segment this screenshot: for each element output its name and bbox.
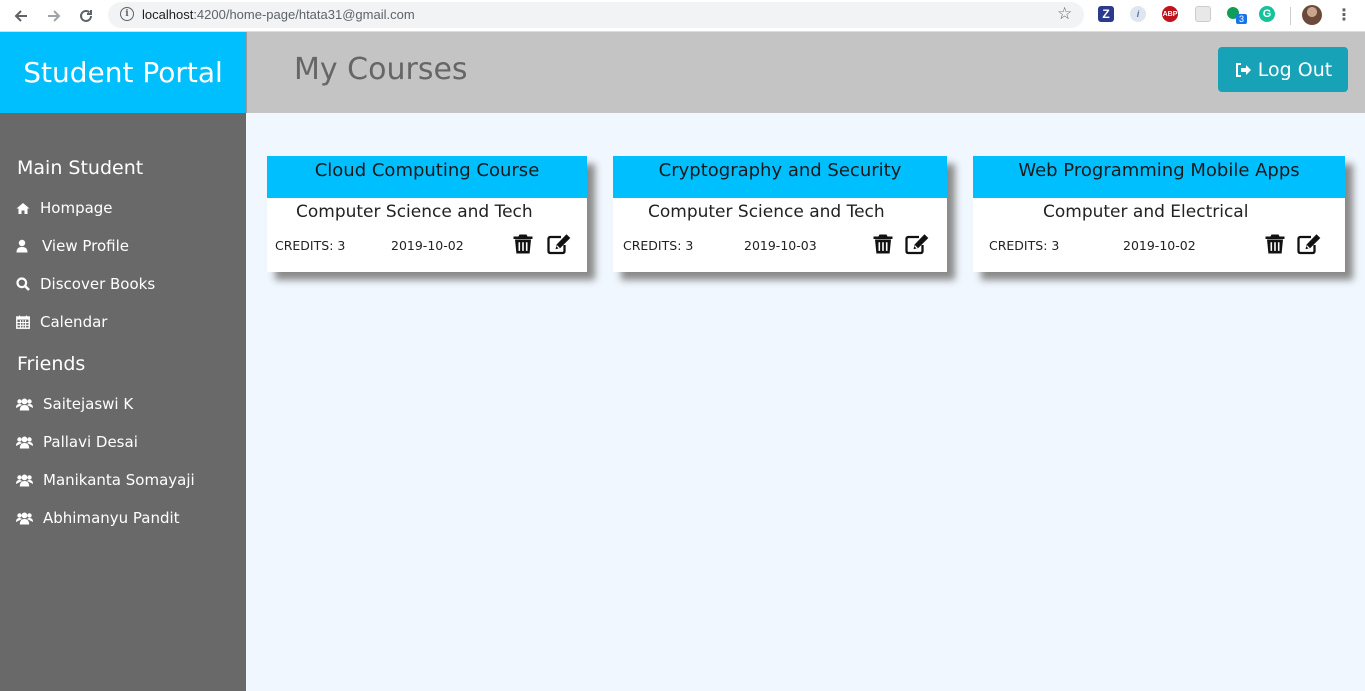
course-card: Cloud Computing Course Computer Science … xyxy=(267,156,587,272)
reload-icon xyxy=(80,9,92,22)
course-title: Cloud Computing Course xyxy=(267,156,587,198)
course-credits: CREDITS: 3 xyxy=(989,238,1060,253)
browser-menu-icon[interactable]: ⋮ xyxy=(1336,5,1352,24)
bookmark-star-icon[interactable]: ☆ xyxy=(1057,4,1072,24)
sidebar-item-label: Hompage xyxy=(40,199,113,217)
course-date: 2019-10-02 xyxy=(1123,238,1196,253)
trash-icon xyxy=(873,234,893,254)
sidebar-item-friend[interactable]: Saitejaswi K xyxy=(16,393,133,415)
profile-avatar[interactable] xyxy=(1302,5,1322,25)
page-header: My Courses Log Out xyxy=(246,32,1365,113)
delete-course-button[interactable] xyxy=(873,233,899,257)
forward-button[interactable] xyxy=(42,4,66,28)
course-credits: CREDITS: 3 xyxy=(275,238,346,253)
edit-course-button[interactable] xyxy=(904,233,930,257)
course-credits: CREDITS: 3 xyxy=(623,238,694,253)
reload-button[interactable] xyxy=(74,4,98,28)
course-title: Web Programming Mobile Apps xyxy=(973,156,1345,198)
compass-extension-icon[interactable]: i xyxy=(1130,6,1146,22)
sidebar-item-label: Pallavi Desai xyxy=(43,433,138,451)
adblock-extension-icon[interactable]: ABP xyxy=(1162,6,1178,22)
sidebar-item-friend[interactable]: Pallavi Desai xyxy=(16,431,138,453)
sign-out-icon xyxy=(1235,62,1251,77)
home-icon xyxy=(16,202,40,215)
back-arrow-icon xyxy=(14,10,27,22)
sidebar-item-label: View Profile xyxy=(42,237,130,255)
course-date: 2019-10-02 xyxy=(391,238,464,253)
sidebar-item-calendar[interactable]: Calendar xyxy=(16,311,107,333)
users-icon xyxy=(16,398,43,411)
brand-title: Student Portal xyxy=(23,56,223,89)
course-department: Computer Science and Tech xyxy=(648,202,885,222)
users-icon xyxy=(16,474,43,487)
delete-course-button[interactable] xyxy=(513,233,539,257)
sidebar-item-discover-books[interactable]: Discover Books xyxy=(16,273,155,295)
edit-course-button[interactable] xyxy=(1296,233,1322,257)
course-department: Computer Science and Tech xyxy=(296,202,533,222)
address-bar[interactable]: i localhost:4200/home-page/htata31@gmail… xyxy=(108,2,1084,28)
sidebar-item-view-profile[interactable]: View Profile xyxy=(16,235,129,257)
browser-toolbar: i localhost:4200/home-page/htata31@gmail… xyxy=(0,0,1365,32)
course-card: Cryptography and Security Computer Scien… xyxy=(613,156,947,272)
logout-label: Log Out xyxy=(1257,58,1333,81)
sidebar-heading-friends: Friends xyxy=(17,353,86,375)
sidebar-item-label: Abhimanyu Pandit xyxy=(43,509,180,527)
brand-banner: Student Portal xyxy=(0,32,246,113)
sidebar: Main Student Hompage View Profile Discov… xyxy=(0,113,246,691)
edit-icon xyxy=(905,234,929,255)
edit-course-button[interactable] xyxy=(546,233,572,257)
sidebar-item-label: Discover Books xyxy=(40,275,156,293)
toolbar-divider xyxy=(1290,7,1291,25)
info-icon[interactable]: i xyxy=(120,7,134,21)
delete-course-button[interactable] xyxy=(1265,233,1291,257)
page-title: My Courses xyxy=(294,52,468,87)
sidebar-item-homepage[interactable]: Hompage xyxy=(16,197,113,219)
course-title: Cryptography and Security xyxy=(613,156,947,198)
trash-icon xyxy=(513,234,533,254)
sidebar-item-label: Saitejaswi K xyxy=(43,395,134,413)
users-icon xyxy=(16,436,43,449)
extension-badge: 3 xyxy=(1236,14,1248,24)
trash-icon xyxy=(1265,234,1285,254)
course-department: Computer and Electrical xyxy=(1043,202,1249,222)
grid-extension-icon[interactable] xyxy=(1195,6,1211,22)
course-date: 2019-10-03 xyxy=(744,238,817,253)
sidebar-heading-main: Main Student xyxy=(17,157,144,179)
sidebar-item-friend[interactable]: Abhimanyu Pandit xyxy=(16,507,180,529)
back-button[interactable] xyxy=(9,4,33,28)
search-icon xyxy=(16,277,40,291)
logout-button[interactable]: Log Out xyxy=(1218,47,1348,92)
grammarly-extension-icon[interactable]: G xyxy=(1259,6,1275,22)
users-icon xyxy=(16,512,43,525)
calendar-icon xyxy=(16,315,40,329)
url-text: localhost:4200/home-page/htata31@gmail.c… xyxy=(142,7,415,22)
edit-icon xyxy=(547,234,571,255)
sidebar-item-label: Manikanta Somayaji xyxy=(43,471,195,489)
forward-arrow-icon xyxy=(48,10,61,22)
user-icon xyxy=(16,239,42,253)
zotero-extension-icon[interactable]: Z xyxy=(1098,6,1114,22)
course-card: Web Programming Mobile Apps Computer and… xyxy=(973,156,1345,272)
edit-icon xyxy=(1297,234,1321,255)
sidebar-item-friend[interactable]: Manikanta Somayaji xyxy=(16,469,195,491)
sidebar-item-label: Calendar xyxy=(40,313,108,331)
